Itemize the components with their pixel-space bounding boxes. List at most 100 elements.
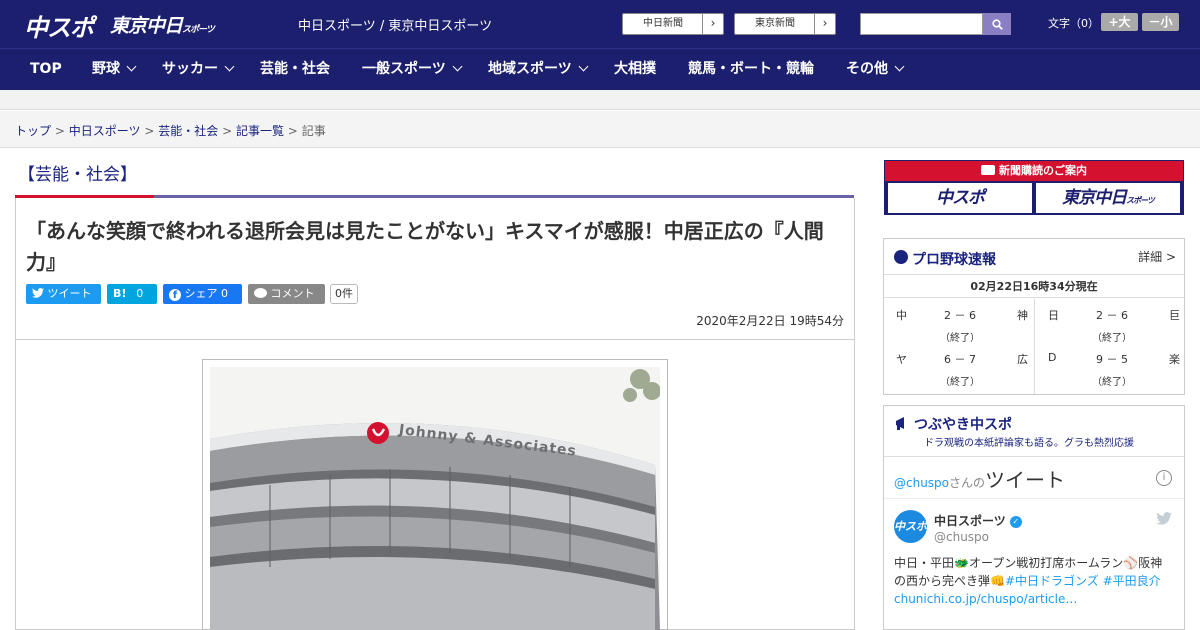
nav-item-baseball[interactable]: 野球 [92, 49, 137, 91]
font-size-decrease-button[interactable]: －小 [1142, 13, 1179, 31]
nav-item-other[interactable]: その他 [846, 49, 905, 91]
tweet-text-line: の西から完ぺき弾👊 [894, 574, 1005, 588]
game-score: 2 － 6 [944, 309, 976, 322]
twitter-bird-icon [32, 288, 44, 298]
site-name[interactable]: 中日スポーツ / 東京中日スポーツ [298, 15, 492, 34]
chevron-right-icon: › [814, 14, 835, 34]
game-score: 6 － 7 [944, 353, 976, 366]
main-nav: TOP 野球 サッカー 芸能・社会 一般スポーツ 地域スポーツ 大相撲 競馬・ボ… [0, 48, 1200, 90]
subscribe-tokyo-logo-suffix: スポーツ [1126, 196, 1155, 205]
font-size-increase-button[interactable]: +大 [1101, 13, 1138, 31]
team-away: 巨 [1169, 309, 1180, 322]
subscription-banner[interactable]: 新聞購読のご案内 中スポ 東京中日スポーツ [884, 160, 1184, 215]
game-status: （終了） [940, 333, 980, 344]
avatar[interactable]: 中スポ [894, 510, 927, 543]
breadcrumb-bar: トップ > 中日スポーツ > 芸能・社会 > 記事一覧 > 記事 [0, 111, 1200, 148]
nav-item-local-sports[interactable]: 地域スポーツ [488, 49, 589, 91]
chevron-down-icon [578, 61, 589, 72]
team-home: 日 [1048, 309, 1059, 322]
game-row[interactable]: D 9 － 5 楽 （終了） [1044, 343, 1184, 388]
breadcrumb-chuspo[interactable]: 中日スポーツ [69, 124, 141, 138]
game-status: （終了） [1092, 333, 1132, 344]
speech-bubble-icon [254, 288, 267, 298]
nav-item-soccer[interactable]: サッカー [162, 49, 235, 91]
tweet-button[interactable]: ツイート [26, 284, 101, 304]
baseball-icon [894, 250, 908, 264]
nav-item-entertainment[interactable]: 芸能・社会 [260, 49, 330, 91]
ad-band [0, 90, 1200, 110]
subscription-title: 新聞購読のご案内 [885, 161, 1183, 181]
subscribe-chuspo-button[interactable]: 中スポ [888, 183, 1032, 213]
chevron-down-icon [894, 61, 905, 72]
timeline-header[interactable]: @chuspoさんのツイート [894, 464, 1065, 493]
hashtag-link[interactable]: #平田良介 [1103, 574, 1161, 588]
comment-count[interactable]: 0件 [330, 284, 358, 304]
top-header: 中スポ 東京中日スポーツ 中日スポーツ / 東京中日スポーツ 中日新聞 › 東京… [0, 0, 1200, 48]
chevron-down-icon [452, 61, 463, 72]
tweet-author-handle[interactable]: @chuspo [934, 530, 989, 544]
baseball-scores-widget: プロ野球速報 詳細 > 02月22日16時34分現在 中 2 － 6 神 （終了… [883, 238, 1185, 395]
nav-item-label: TOP [30, 61, 62, 77]
tokyo-shimbun-link[interactable]: 東京新聞 › [734, 13, 836, 35]
subscribe-tokyo-chunichi-button[interactable]: 東京中日スポーツ [1036, 183, 1180, 213]
team-home: D [1048, 351, 1057, 364]
newspaper-icon [981, 165, 995, 175]
team-home: 中 [896, 309, 907, 322]
chunichi-shimbun-link[interactable]: 中日新聞 › [622, 13, 724, 35]
comment-button[interactable]: コメント [248, 284, 325, 304]
nav-item-label: サッカー [162, 61, 218, 77]
nav-item-general-sports[interactable]: 一般スポーツ [362, 49, 463, 91]
scores-title: プロ野球速報 [912, 252, 996, 268]
search-icon [992, 19, 1003, 30]
tokyo-chunichi-logo[interactable]: 東京中日スポーツ [110, 11, 215, 38]
section-title: 【芸能・社会】 [18, 165, 137, 185]
tokyo-chunichi-logo-suffix: スポーツ [182, 25, 215, 35]
tweet-author-name-text: 中日スポーツ [934, 514, 1006, 528]
scores-header: プロ野球速報 詳細 > [884, 239, 1184, 275]
timeline-title: ツイート [985, 468, 1066, 492]
scores-detail-link[interactable]: 詳細 > [1138, 248, 1176, 265]
game-row[interactable]: 日 2 － 6 巨 （終了） [1044, 299, 1184, 344]
search-input[interactable] [860, 13, 983, 35]
hashtag-link[interactable]: #中日ドラゴンズ [1005, 574, 1099, 588]
breadcrumb-separator: > [287, 124, 298, 138]
facebook-icon: f [169, 289, 181, 301]
timeline-user: @chuspo [894, 476, 950, 490]
facebook-share-label: シェア [184, 287, 218, 300]
article-headline: 「あんな笑顔で終われる退所会見は見たことがない」キスマイが感服！中居正広の『人間… [26, 219, 824, 274]
subscription-title-text: 新聞購読のご案内 [999, 164, 1087, 177]
breadcrumb: トップ > 中日スポーツ > 芸能・社会 > 記事一覧 > 記事 [15, 122, 326, 139]
chuspo-logo[interactable]: 中スポ [24, 8, 94, 43]
nav-item-label: 一般スポーツ [362, 61, 446, 77]
nav-item-label: 野球 [92, 61, 120, 77]
hatena-bookmark-button[interactable]: B! 0 [107, 284, 157, 304]
team-away: 楽 [1169, 353, 1180, 366]
timeline-user-suffix: さんの [949, 476, 986, 490]
nav-item-racing[interactable]: 競馬・ボート・競輪 [688, 49, 814, 91]
game-score: 2 － 6 [1096, 309, 1128, 322]
breadcrumb-separator: > [144, 124, 155, 138]
breadcrumb-article-list[interactable]: 記事一覧 [236, 124, 284, 138]
game-row[interactable]: 中 2 － 6 神 （終了） [892, 299, 1032, 344]
megaphone-icon [896, 417, 904, 430]
facebook-share-button[interactable]: f シェア 0 [163, 284, 242, 304]
tweet-author-name[interactable]: 中日スポーツ ✓ [934, 512, 1022, 529]
nav-item-sumo[interactable]: 大相撲 [614, 49, 656, 91]
tokyo-shimbun-link-label: 東京新聞 [755, 18, 795, 29]
twitter-bird-icon[interactable] [1156, 512, 1172, 525]
chunichi-shimbun-link-label: 中日新聞 [643, 18, 683, 29]
game-row[interactable]: ヤ 6 － 7 広 （終了） [892, 343, 1032, 388]
article-photo[interactable]: Johnny & Associates [210, 367, 660, 630]
breadcrumb-entertainment[interactable]: 芸能・社会 [158, 124, 218, 138]
info-icon[interactable]: i [1156, 470, 1172, 486]
divider [884, 498, 1184, 499]
chevron-down-icon [126, 61, 137, 72]
breadcrumb-top[interactable]: トップ [15, 124, 51, 138]
hatena-icon: B! [113, 287, 127, 300]
nav-item-top[interactable]: TOP [30, 49, 62, 91]
breadcrumb-current: 記事 [301, 124, 326, 138]
twitter-widget-title: つぶやき中スポ [914, 417, 1012, 433]
verified-badge-icon: ✓ [1009, 515, 1022, 528]
search-button[interactable] [983, 13, 1011, 35]
tweet-article-link[interactable]: chunichi.co.jp/chuspo/article… [894, 592, 1077, 606]
